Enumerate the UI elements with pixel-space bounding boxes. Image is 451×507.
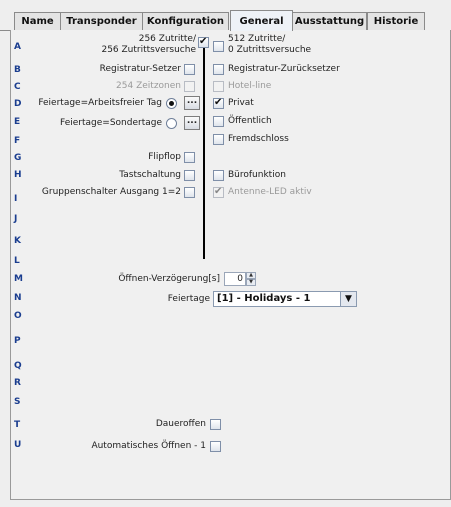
open-delay-value[interactable]: 0 [224, 272, 246, 286]
registrar-setter-label: Registratur-Setzer [99, 64, 181, 74]
alpha-p[interactable]: P [14, 336, 21, 346]
open-delay-label: Öffnen-Verzögerung[s] [118, 274, 220, 284]
alpha-r[interactable]: R [14, 378, 21, 388]
tab-konfiguration[interactable]: Konfiguration [142, 12, 229, 30]
group-switch-label: Gruppenschalter Ausgang 1=2 [41, 187, 181, 197]
alpha-l[interactable]: L [14, 256, 20, 266]
alpha-e[interactable]: E [14, 117, 20, 127]
alpha-k[interactable]: K [14, 236, 21, 246]
access256-checkbox[interactable] [198, 36, 209, 48]
holiday-free-details-button[interactable]: ... [184, 96, 200, 110]
timezones254-label: 254 Zeitzonen [116, 81, 181, 91]
access256-label-1: 256 Zutritte/ [138, 34, 196, 44]
alphabet-index: A B C D E F G H I J K L M N O P Q R S T … [10, 31, 30, 461]
office-function-checkbox[interactable] [213, 170, 224, 181]
holiday-free-label: Feiertage=Arbeitsfreier Tag [38, 98, 162, 108]
holiday-free-radio[interactable] [166, 98, 177, 109]
registrar-reset-checkbox[interactable] [213, 64, 224, 75]
auto-open-label: Automatisches Öffnen - 1 [91, 441, 206, 451]
alpha-b[interactable]: B [14, 65, 21, 75]
group-switch-checkbox[interactable] [184, 187, 195, 198]
spinner-up-icon[interactable]: ▲ [246, 272, 256, 279]
alpha-o[interactable]: O [14, 311, 22, 321]
open-delay-spinner[interactable]: 0 ▲ ▼ [224, 272, 256, 286]
permanent-open-label: Daueroffen [155, 419, 206, 429]
registrar-setter-checkbox[interactable] [184, 64, 195, 75]
timezones254-checkbox [184, 81, 195, 92]
antenna-led-checkbox [213, 186, 224, 198]
chevron-down-icon[interactable]: ▼ [340, 292, 356, 306]
registrar-reset-label: Registratur-Zurücksetzer [228, 64, 340, 74]
alpha-g[interactable]: G [14, 153, 21, 163]
holiday-special-label: Feiertage=Sondertage [60, 118, 162, 128]
alpha-f[interactable]: F [14, 136, 20, 146]
column-divider [203, 37, 205, 259]
alpha-i[interactable]: I [14, 194, 17, 204]
auto-open-checkbox[interactable] [210, 441, 221, 452]
alpha-t[interactable]: T [14, 420, 20, 430]
alpha-u[interactable]: U [14, 440, 21, 450]
public-label: Öffentlich [228, 116, 272, 126]
pushbutton-checkbox[interactable] [184, 170, 195, 181]
flipflop-checkbox[interactable] [184, 152, 195, 163]
office-function-label: Bürofunktion [228, 170, 286, 180]
alpha-s[interactable]: S [14, 397, 20, 407]
alpha-h[interactable]: H [14, 170, 22, 180]
holiday-special-radio[interactable] [166, 118, 177, 129]
holidays-label: Feiertage [167, 294, 210, 304]
alpha-c[interactable]: C [14, 82, 21, 92]
access512-checkbox[interactable] [213, 41, 224, 52]
tab-bar: Name Transponder Konfiguration General A… [0, 0, 451, 31]
public-checkbox[interactable] [213, 116, 224, 127]
tab-name[interactable]: Name [14, 12, 61, 30]
flipflop-label: Flipflop [148, 152, 181, 162]
alpha-m[interactable]: M [14, 274, 23, 284]
alpha-j[interactable]: J [14, 214, 17, 224]
alpha-d[interactable]: D [14, 99, 21, 109]
alpha-q[interactable]: Q [14, 361, 22, 371]
hotel-line-label: Hotel-line [228, 81, 272, 91]
alpha-n[interactable]: N [14, 293, 22, 303]
tab-ausstattung[interactable]: Ausstattung [292, 12, 367, 30]
access512-label-1: 512 Zutritte/ [228, 34, 286, 44]
pushbutton-label: Tastschaltung [119, 170, 181, 180]
tab-general[interactable]: General [230, 10, 293, 31]
access512-label-2: 0 Zutrittsversuche [228, 45, 312, 55]
holidays-select-value: [1] - Holidays - 1 [217, 293, 311, 304]
private-checkbox[interactable] [213, 97, 224, 109]
foreign-lock-checkbox[interactable] [213, 134, 224, 145]
spinner-down-icon[interactable]: ▼ [246, 279, 256, 286]
foreign-lock-label: Fremdschloss [228, 134, 289, 144]
private-label: Privat [228, 98, 254, 108]
holidays-select[interactable]: [1] - Holidays - 1 ▼ [213, 291, 357, 307]
alpha-a[interactable]: A [14, 42, 21, 52]
access256-label-2: 256 Zutrittsversuche [101, 45, 196, 55]
hotel-line-checkbox [213, 81, 224, 92]
tab-historie[interactable]: Historie [367, 12, 425, 30]
holiday-special-details-button[interactable]: ... [184, 116, 200, 130]
permanent-open-checkbox[interactable] [210, 419, 221, 430]
tab-transponder[interactable]: Transponder [60, 12, 143, 30]
antenna-led-label: Antenne-LED aktiv [228, 187, 312, 197]
